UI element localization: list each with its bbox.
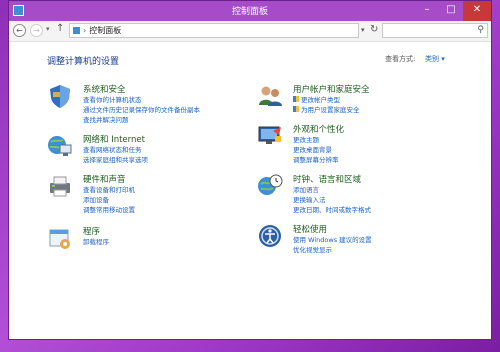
- breadcrumb-separator: ›: [83, 26, 87, 35]
- link-change-account-type[interactable]: 更改帐户类型: [293, 95, 360, 105]
- link-network-status[interactable]: 查看网络状态和任务: [83, 145, 148, 155]
- uac-shield-icon: [293, 106, 299, 112]
- uac-shield-icon: [293, 96, 299, 102]
- category-title[interactable]: 硬件和声音: [83, 173, 126, 185]
- control-panel-window: 控制面板 – □ ✕ ← → ▾ ↑ › 控制面板 ▾ ↻ ⚲ 调整计算机的设置 …: [8, 0, 492, 340]
- category-title[interactable]: 外观和个性化: [293, 123, 344, 135]
- close-button[interactable]: ✕: [463, 1, 491, 21]
- link-mobility-settings[interactable]: 调整常用移动设置: [83, 205, 135, 215]
- appearance-icon[interactable]: [257, 123, 283, 149]
- link-file-history-backup[interactable]: 通过文件历史记录保存你的文件备份副本: [83, 105, 200, 115]
- category-title[interactable]: 网络和 Internet: [83, 133, 145, 145]
- link-view-computer-status[interactable]: 查看你的计算机状态: [83, 95, 200, 105]
- search-input[interactable]: ⚲: [382, 23, 488, 38]
- link-date-time-format[interactable]: 更改日期、时间或数字格式: [293, 205, 371, 215]
- link-desktop-background[interactable]: 更改桌面背景: [293, 145, 339, 155]
- maximize-button[interactable]: □: [439, 1, 463, 21]
- link-uninstall-program[interactable]: 卸载程序: [83, 237, 109, 247]
- minimize-button[interactable]: –: [415, 1, 439, 21]
- category-title[interactable]: 系统和安全: [83, 83, 126, 95]
- recent-locations-chevron-icon[interactable]: ▾: [46, 25, 50, 33]
- link-family-safety[interactable]: 为用户设置家庭安全: [293, 105, 360, 115]
- link-screen-resolution[interactable]: 调整屏幕分辨率: [293, 155, 339, 165]
- link-change-theme[interactable]: 更改主题: [293, 135, 339, 145]
- title-bar[interactable]: 控制面板 – □ ✕: [9, 1, 491, 21]
- shield-icon[interactable]: [47, 83, 73, 109]
- link-add-language[interactable]: 添加语言: [293, 185, 371, 195]
- view-by-dropdown[interactable]: 类别 ▾: [425, 54, 445, 64]
- refresh-button[interactable]: ↻: [370, 24, 378, 35]
- address-dropdown-icon[interactable]: ▾: [361, 26, 365, 34]
- link-homegroup-sharing[interactable]: 选择家庭组和共享选项: [83, 155, 148, 165]
- link-troubleshoot[interactable]: 查找并解决问题: [83, 115, 200, 125]
- category-title[interactable]: 轻松使用: [293, 223, 327, 235]
- link-devices-printers[interactable]: 查看设备和打印机: [83, 185, 135, 195]
- link-change-input-method[interactable]: 更换输入法: [293, 195, 371, 205]
- page-title: 调整计算机的设置: [47, 57, 120, 67]
- category-title[interactable]: 时钟、语言和区域: [293, 173, 361, 185]
- programs-icon[interactable]: [47, 225, 73, 251]
- category-title[interactable]: 用户帐户和家庭安全: [293, 83, 370, 95]
- address-bar[interactable]: › 控制面板: [69, 23, 359, 38]
- printer-icon[interactable]: [47, 173, 73, 199]
- network-icon[interactable]: [47, 133, 73, 159]
- link-add-device[interactable]: 添加设备: [83, 195, 135, 205]
- ease-of-access-icon[interactable]: [257, 223, 283, 249]
- navigation-bar: ← → ▾ ↑ › 控制面板 ▾ ↻ ⚲: [9, 21, 491, 42]
- category-title[interactable]: 程序: [83, 225, 100, 237]
- breadcrumb-control-panel[interactable]: 控制面板: [89, 26, 121, 35]
- link-optimize-visual-display[interactable]: 优化视觉显示: [293, 245, 372, 255]
- control-panel-crumb-icon: [73, 27, 80, 34]
- link-windows-suggested-settings[interactable]: 使用 Windows 建议的设置: [293, 235, 372, 245]
- search-icon[interactable]: ⚲: [477, 25, 484, 35]
- view-by-label: 查看方式:: [385, 55, 416, 63]
- users-icon[interactable]: [257, 83, 283, 109]
- back-button[interactable]: ←: [13, 24, 26, 37]
- up-button[interactable]: ↑: [56, 23, 64, 34]
- clock-globe-icon[interactable]: [257, 173, 283, 199]
- forward-button[interactable]: →: [30, 24, 43, 37]
